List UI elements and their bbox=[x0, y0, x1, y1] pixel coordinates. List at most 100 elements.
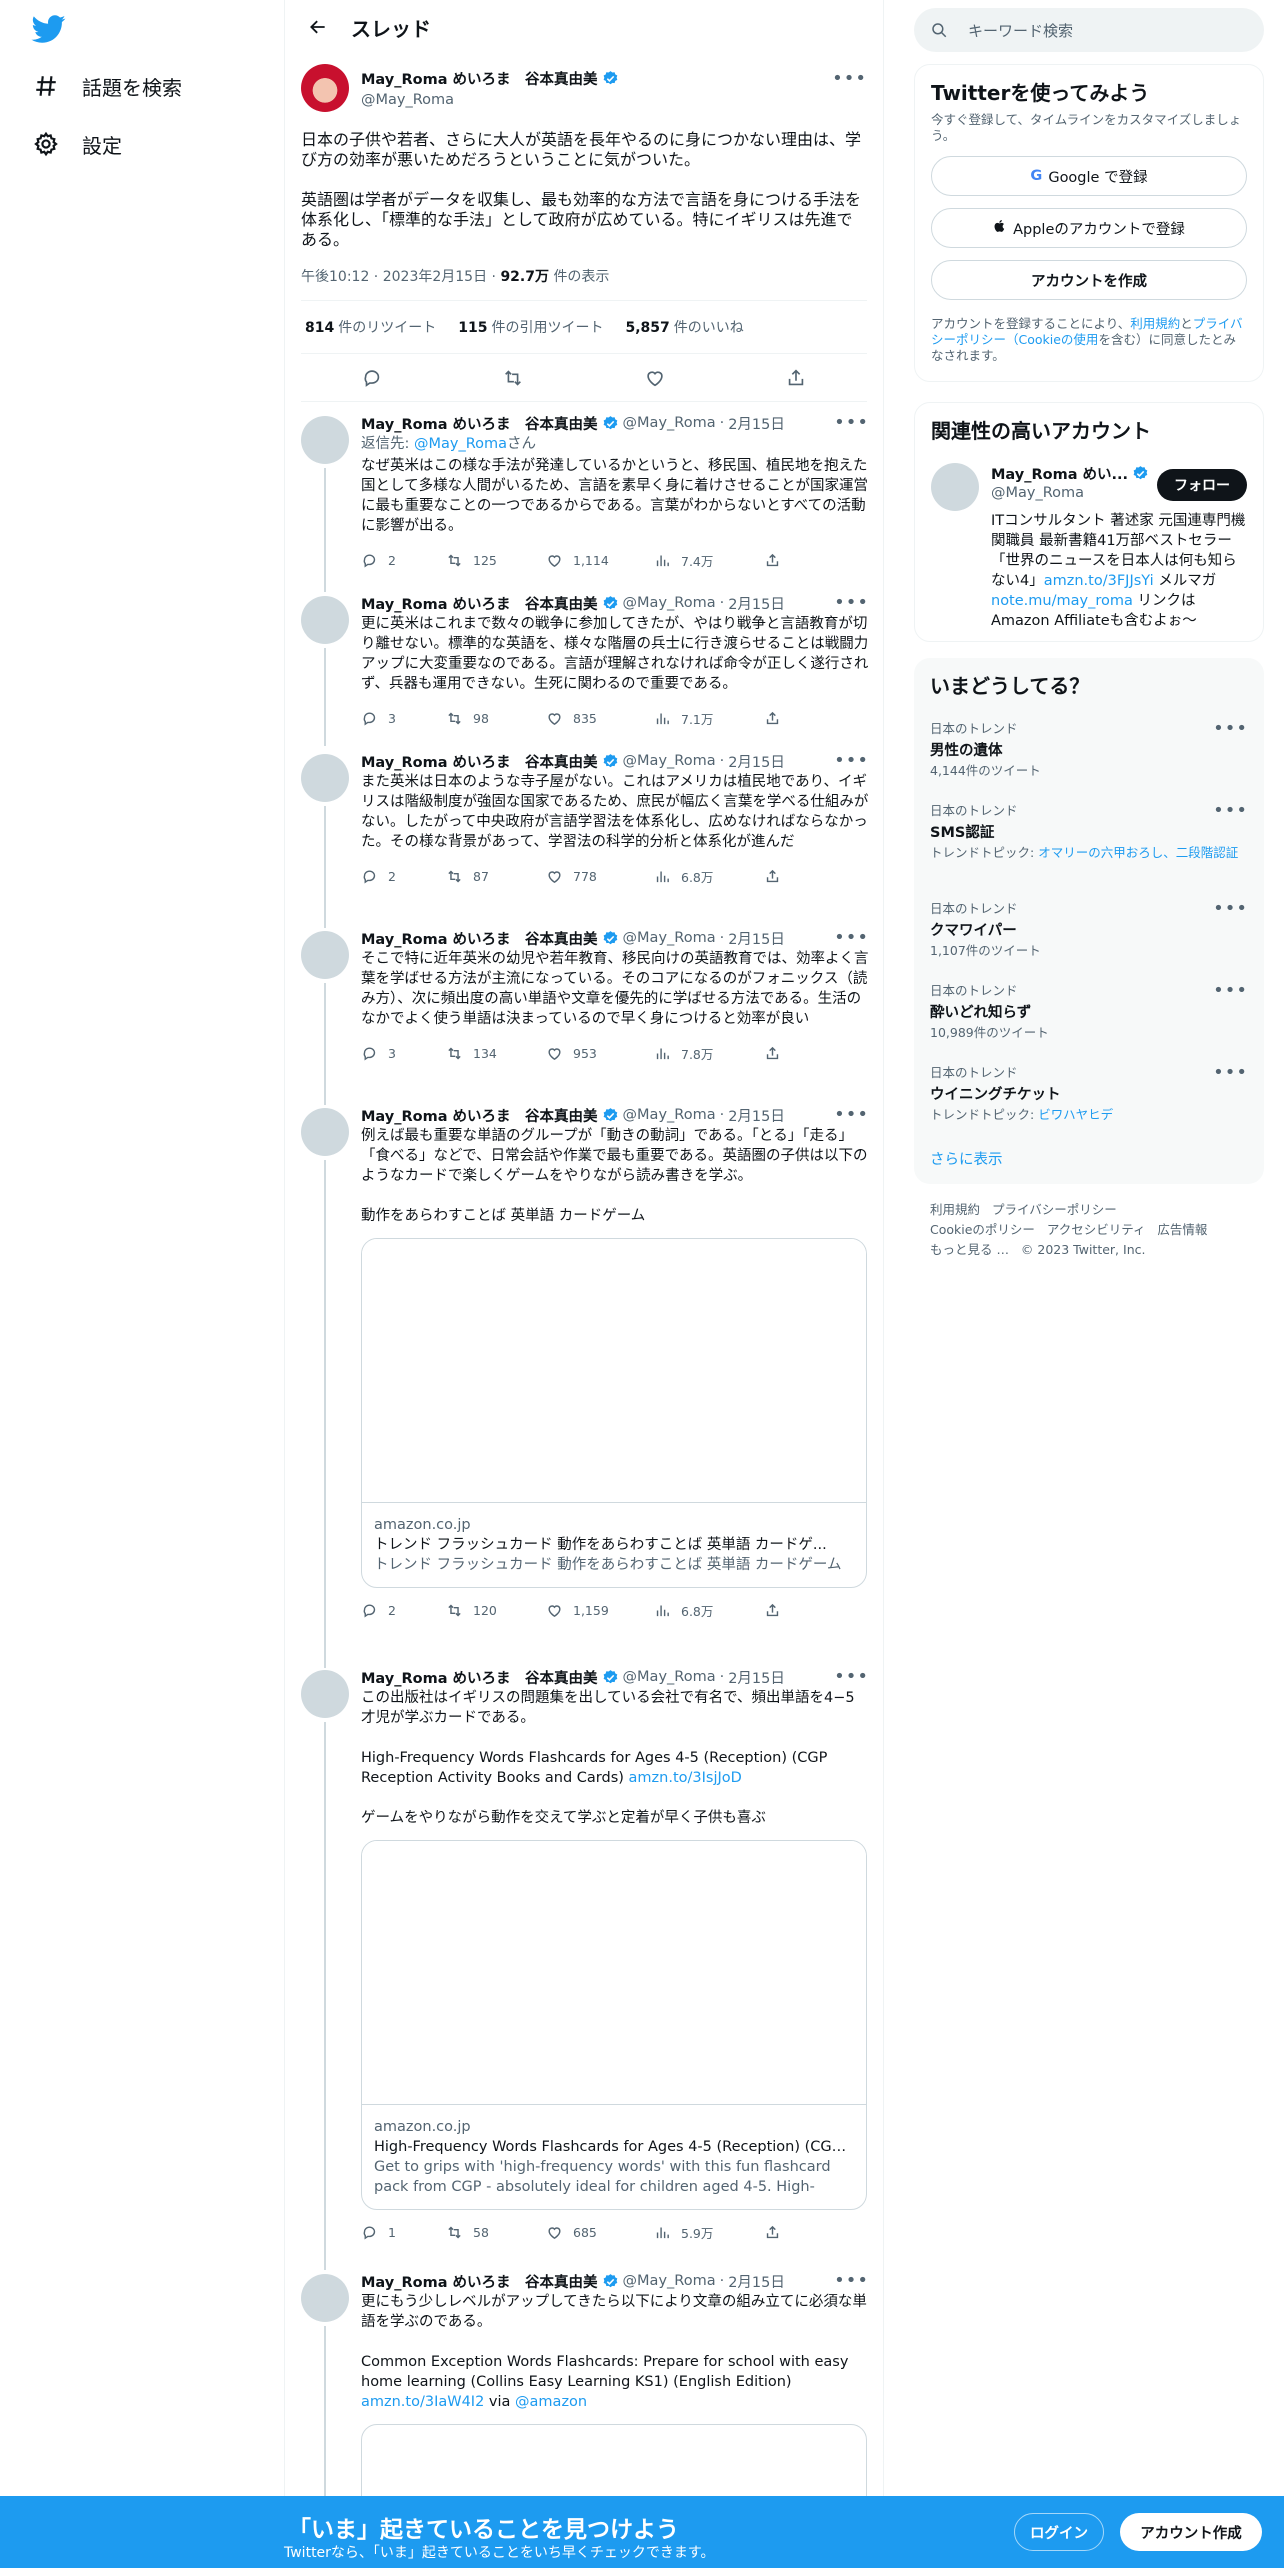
follow-button[interactable]: フォロー bbox=[1157, 469, 1247, 501]
search-input[interactable]: キーワード検索 bbox=[968, 20, 1073, 41]
signup-button[interactable]: アカウント作成 bbox=[1120, 2513, 1262, 2551]
link-card[interactable]: amazon.co.jp High-Frequency Words Flashc… bbox=[361, 1840, 867, 2210]
reply-tweet[interactable]: May_Roma めいろま 谷本真由美 @May_Roma · 2月15日 ••• … bbox=[301, 592, 869, 750]
like-action[interactable]: 685 bbox=[546, 2224, 654, 2241]
trend-item[interactable]: 日本のトレンド 男性の遺体 4,144件のツイート ••• bbox=[930, 718, 1248, 779]
account-name[interactable]: May_Roma めい... bbox=[991, 463, 1128, 484]
tweet-time[interactable]: 午後10:12 bbox=[301, 269, 369, 285]
avatar[interactable] bbox=[301, 1670, 349, 1718]
tweet-link[interactable]: amzn.to/3IaW4I2 bbox=[361, 2394, 484, 2410]
more-options-icon[interactable]: ••• bbox=[1213, 800, 1248, 821]
avatar[interactable] bbox=[301, 931, 349, 979]
reply-icon[interactable] bbox=[361, 367, 383, 389]
author-name[interactable]: May_Roma めいろま 谷本真由美 bbox=[361, 1105, 598, 1126]
views-action[interactable]: 7.1万 bbox=[654, 709, 764, 728]
more-options-icon[interactable]: ••• bbox=[834, 2272, 869, 2291]
trend-item[interactable]: 日本のトレンド 酔いどれ知らず 10,989件のツイート ••• bbox=[930, 980, 1248, 1041]
footer-privacy[interactable]: プライバシーポリシー bbox=[992, 1202, 1117, 1217]
share-action[interactable] bbox=[764, 2224, 791, 2241]
like-action[interactable]: 1,114 bbox=[546, 552, 654, 569]
author-handle[interactable]: @May_Roma bbox=[623, 753, 716, 769]
views-action[interactable]: 7.8万 bbox=[654, 1044, 764, 1063]
tweet-date[interactable]: 2月15日 bbox=[728, 1667, 785, 1688]
more-options-icon[interactable]: ••• bbox=[834, 412, 869, 433]
author-name[interactable]: May_Roma めいろま 谷本真由美 bbox=[361, 751, 598, 772]
more-options-icon[interactable]: ••• bbox=[834, 1104, 869, 1125]
like-icon[interactable] bbox=[644, 367, 666, 389]
more-options-icon[interactable]: ••• bbox=[1213, 898, 1248, 919]
retweet-action[interactable]: 98 bbox=[446, 710, 546, 727]
retweet-action[interactable]: 125 bbox=[446, 552, 546, 569]
tweet-date[interactable]: 2023年2月15日 bbox=[383, 269, 487, 285]
views-action[interactable]: 6.8万 bbox=[654, 867, 764, 886]
account-handle[interactable]: @May_Roma bbox=[991, 485, 1084, 501]
more-options-icon[interactable]: ••• bbox=[834, 1666, 869, 1687]
footer-cookie[interactable]: Cookieのポリシー bbox=[930, 1222, 1035, 1237]
views-action[interactable]: 7.4万 bbox=[654, 551, 764, 570]
share-icon[interactable] bbox=[785, 367, 807, 389]
like-action[interactable]: 1,159 bbox=[546, 1602, 654, 1619]
share-action[interactable] bbox=[764, 868, 791, 885]
footer-terms[interactable]: 利用規約 bbox=[930, 1202, 980, 1217]
tweet-link[interactable]: amzn.to/3IsjJoD bbox=[629, 1770, 742, 1786]
share-action[interactable] bbox=[764, 552, 791, 569]
reply-tweet[interactable]: May_Roma めいろま 谷本真由美 @May_Roma · 2月15日 ••• … bbox=[301, 2272, 869, 2496]
nav-settings[interactable]: 設定 bbox=[28, 118, 122, 170]
avatar[interactable] bbox=[301, 64, 349, 112]
share-action[interactable] bbox=[764, 710, 791, 727]
author-handle[interactable]: @May_Roma bbox=[623, 1669, 716, 1685]
more-options-icon[interactable]: ••• bbox=[834, 750, 869, 771]
reply-to-mention[interactable]: @May_Roma bbox=[414, 436, 507, 452]
avatar[interactable] bbox=[301, 416, 349, 464]
show-more-link[interactable]: さらに表示 bbox=[930, 1148, 1003, 1169]
reply-action[interactable]: 1 bbox=[361, 2224, 446, 2241]
author-name[interactable]: May_Roma めいろま 谷本真由美 bbox=[361, 68, 598, 89]
link-card[interactable]: amazon.co.jp トレンド フラッシュカード 動作をあらわすことば 英単… bbox=[361, 1238, 867, 1588]
tweet-mention[interactable]: @amazon bbox=[515, 2394, 587, 2410]
avatar[interactable] bbox=[301, 1108, 349, 1156]
avatar[interactable] bbox=[301, 2274, 349, 2322]
reply-action[interactable]: 2 bbox=[361, 868, 446, 885]
likes-stat[interactable]: 5,857 件のいいね bbox=[625, 317, 743, 337]
link-card[interactable] bbox=[361, 2424, 867, 2496]
reply-action[interactable]: 3 bbox=[361, 1045, 446, 1062]
back-arrow-icon[interactable] bbox=[301, 10, 335, 44]
avatar[interactable] bbox=[301, 596, 349, 644]
tweet-date[interactable]: 2月15日 bbox=[728, 593, 785, 614]
author-name[interactable]: May_Roma めいろま 谷本真由美 bbox=[361, 413, 598, 434]
share-action[interactable] bbox=[764, 1602, 791, 1619]
bio-link[interactable]: amzn.to/3FJJsYi bbox=[1044, 573, 1154, 589]
tweet-date[interactable]: 2月15日 bbox=[728, 413, 785, 434]
like-action[interactable]: 778 bbox=[546, 868, 654, 885]
views-action[interactable]: 6.8万 bbox=[654, 1601, 764, 1620]
views-action[interactable]: 5.9万 bbox=[654, 2223, 764, 2242]
footer-more[interactable]: もっと見る … bbox=[930, 1242, 1009, 1257]
account-name-row[interactable]: May_Roma めい... bbox=[991, 463, 1149, 484]
author-handle[interactable]: @May_Roma bbox=[623, 2273, 716, 2289]
login-button[interactable]: ログイン bbox=[1014, 2513, 1104, 2551]
more-options-icon[interactable]: ••• bbox=[834, 592, 869, 613]
author-handle[interactable]: @May_Roma bbox=[623, 930, 716, 946]
tweet-date[interactable]: 2月15日 bbox=[728, 928, 785, 949]
more-options-icon[interactable]: ••• bbox=[1213, 980, 1248, 1001]
footer-ads[interactable]: 広告情報 bbox=[1157, 1222, 1207, 1237]
nav-explore[interactable]: 話題を検索 bbox=[28, 60, 182, 112]
reply-action[interactable]: 2 bbox=[361, 552, 446, 569]
more-options-icon[interactable]: ••• bbox=[1213, 1062, 1248, 1083]
author-name[interactable]: May_Roma めいろま 谷本真由美 bbox=[361, 593, 598, 614]
reply-tweet[interactable]: May_Roma めいろま 谷本真由美 @May_Roma · 2月15日 ••• … bbox=[301, 750, 869, 928]
author-handle[interactable]: @May_Roma bbox=[623, 595, 716, 611]
more-options-icon[interactable]: ••• bbox=[832, 68, 867, 89]
retweet-action[interactable]: 120 bbox=[446, 1602, 546, 1619]
quotes-stat[interactable]: 115 件の引用ツイート bbox=[458, 317, 603, 337]
author-handle[interactable]: @May_Roma bbox=[623, 415, 716, 431]
tweet-date[interactable]: 2月15日 bbox=[728, 1105, 785, 1126]
author-name[interactable]: May_Roma めいろま 谷本真由美 bbox=[361, 2272, 598, 2292]
retweets-stat[interactable]: 814 件のリツイート bbox=[305, 317, 436, 337]
tweet-date[interactable]: 2月15日 bbox=[728, 2272, 785, 2292]
reply-action[interactable]: 2 bbox=[361, 1602, 446, 1619]
terms-link[interactable]: 利用規約 bbox=[1130, 316, 1180, 331]
trend-item[interactable]: 日本のトレンド SMS認証 トレンドトピック: オマリーの六甲おろし、二段階認証… bbox=[930, 800, 1248, 861]
reply-tweet[interactable]: May_Roma めいろま 谷本真由美 @May_Roma · 2月15日 ••• … bbox=[301, 412, 869, 592]
share-action[interactable] bbox=[764, 1045, 791, 1062]
